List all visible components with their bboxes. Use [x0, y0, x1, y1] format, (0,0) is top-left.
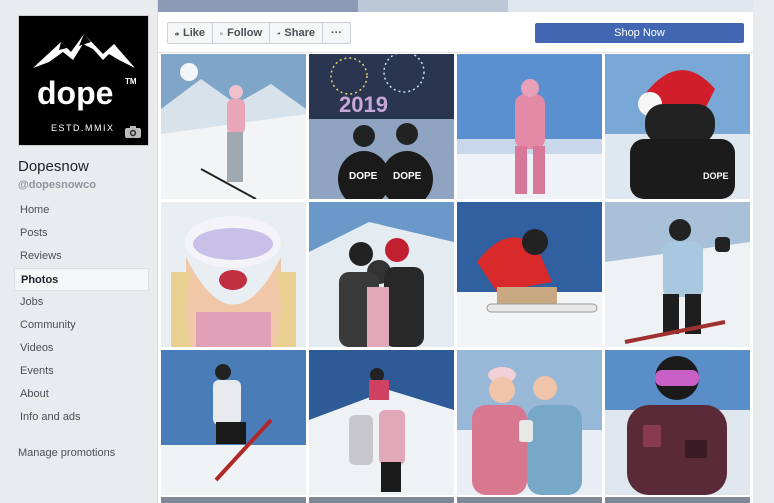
- sidebar-item-about[interactable]: About: [14, 383, 149, 406]
- photo-snowboarder-blue-jacket[interactable]: [605, 202, 750, 347]
- photo-two-skiers-selfie[interactable]: [457, 350, 602, 495]
- like-label: Like: [182, 27, 205, 39]
- sidebar-item-events[interactable]: Events: [14, 360, 149, 383]
- follow-button[interactable]: Follow: [213, 22, 270, 44]
- page-username[interactable]: @dopesnowco: [18, 179, 96, 191]
- cover-photo[interactable]: [158, 0, 753, 12]
- photo-santa-hat-helmet[interactable]: DOPE: [605, 54, 750, 199]
- photo-group-selfie[interactable]: [309, 202, 454, 347]
- sidebar-item-photos[interactable]: Photos: [14, 268, 149, 291]
- sidebar-item-posts[interactable]: Posts: [14, 222, 149, 245]
- follow-label: Follow: [227, 27, 262, 39]
- manage-promotions-link[interactable]: Manage promotions: [18, 447, 115, 459]
- logo-wordmark: dope: [37, 75, 113, 111]
- more-dots-icon: ···: [331, 27, 342, 39]
- main-content: Like Follow Share ··· Shop Now 2019 DOPE…: [157, 0, 753, 503]
- sidebar-item-info-and-ads[interactable]: Info and ads: [14, 406, 149, 429]
- shop-now-button[interactable]: Shop Now: [535, 23, 744, 43]
- share-label: Share: [284, 27, 315, 39]
- jacket-print-text: DOPE: [349, 171, 378, 182]
- photo-skier-pink-jacket[interactable]: [161, 54, 306, 199]
- sidebar-item-home[interactable]: Home: [14, 199, 149, 222]
- jacket-print-text: DOPE: [393, 171, 422, 182]
- photo-overlay-year: 2019: [339, 92, 388, 117]
- photo-skier-jump[interactable]: [161, 350, 306, 495]
- photo-fireworks-2019[interactable]: 2019 DOPE DOPE: [309, 54, 454, 199]
- photo-red-jacket-snowboard[interactable]: [457, 202, 602, 347]
- page-title[interactable]: Dopesnow: [18, 158, 89, 175]
- page-action-bar: Like Follow Share ··· Shop Now: [158, 12, 753, 53]
- share-button[interactable]: Share: [270, 22, 323, 44]
- page-sidebar: dope TM ESTD.MMIX Dopesnow @dopesnowco H…: [0, 0, 157, 503]
- sidebar-item-community[interactable]: Community: [14, 314, 149, 337]
- page-nav: Home Posts Reviews Photos Jobs Community…: [14, 199, 149, 429]
- thumbs-up-icon: [175, 31, 179, 35]
- share-arrow-icon: [277, 31, 281, 35]
- jacket-print-text: DOPE: [703, 171, 729, 181]
- logo-established-text: ESTD.MMIX: [51, 123, 115, 133]
- photo-goggles-closeup[interactable]: [161, 202, 306, 347]
- sidebar-item-videos[interactable]: Videos: [14, 337, 149, 360]
- photo-grid: 2019 DOPE DOPE DOPE: [161, 54, 753, 503]
- photo-grid-next-row: [161, 497, 753, 503]
- photo-helmet-camo-jacket[interactable]: [605, 350, 750, 495]
- photo-pink-onesie[interactable]: [457, 54, 602, 199]
- more-options-button[interactable]: ···: [323, 22, 351, 44]
- rss-follow-icon: [220, 31, 223, 35]
- logo-trademark: TM: [125, 77, 137, 86]
- sidebar-item-reviews[interactable]: Reviews: [14, 245, 149, 268]
- profile-picture-logo[interactable]: dope TM ESTD.MMIX: [18, 15, 149, 146]
- photo-friends-on-slope[interactable]: [309, 350, 454, 495]
- sidebar-item-jobs[interactable]: Jobs: [14, 291, 149, 314]
- camera-icon[interactable]: [124, 125, 142, 139]
- like-button[interactable]: Like: [167, 22, 213, 44]
